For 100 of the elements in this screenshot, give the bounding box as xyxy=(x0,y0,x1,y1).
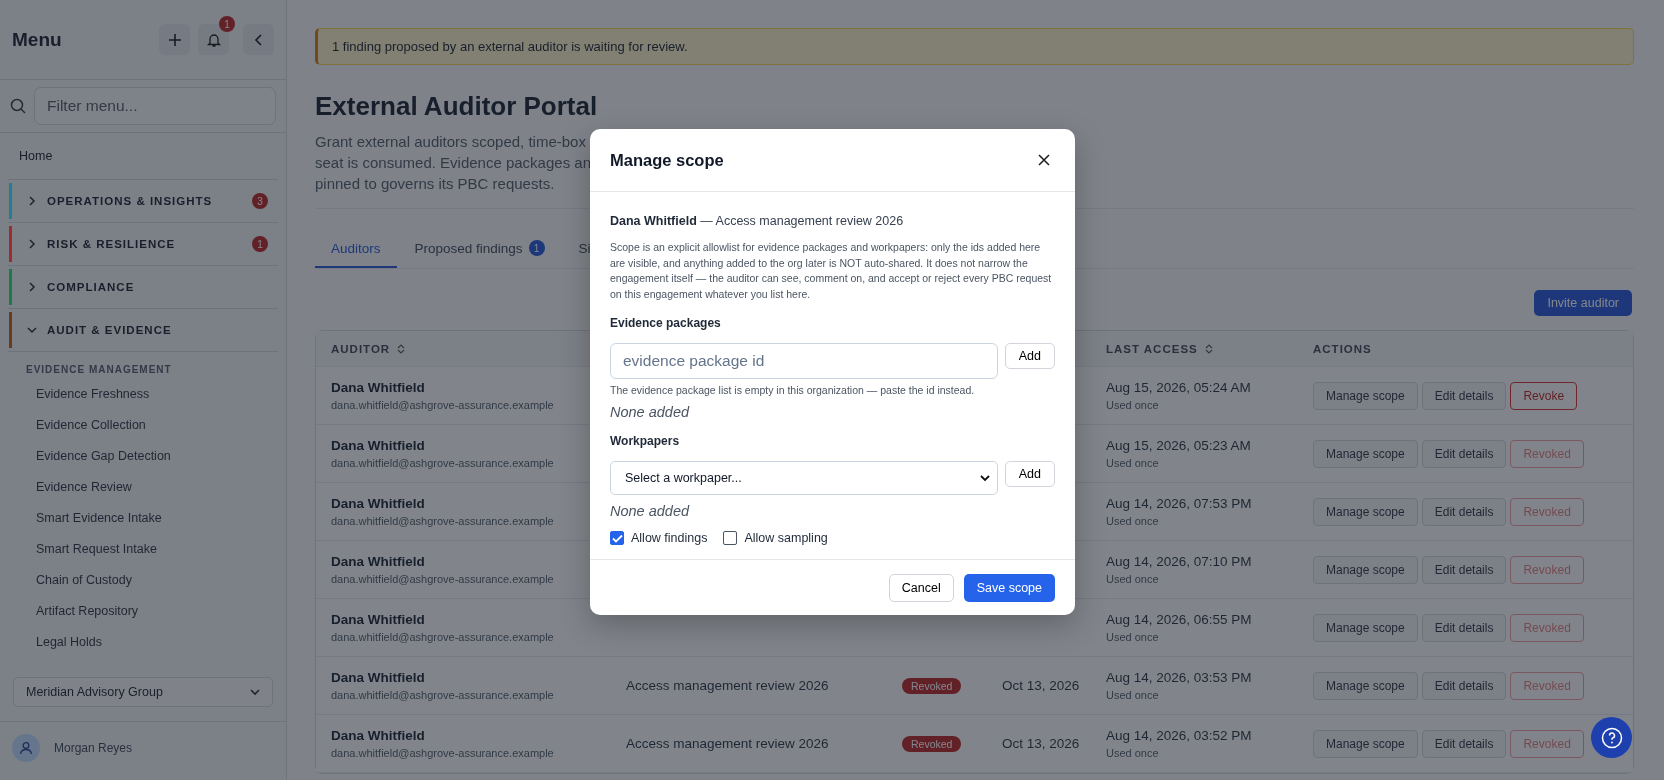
edit-details-button[interactable]: Edit details xyxy=(1421,381,1507,410)
chevron-down-icon xyxy=(979,474,990,482)
close-icon[interactable] xyxy=(1038,154,1050,166)
edit-details-button[interactable]: Edit details xyxy=(1421,671,1507,700)
manage-scope-button[interactable]: Manage scope xyxy=(1313,381,1418,410)
sort-icon xyxy=(397,343,406,354)
auditor-email: dana.whitfield@ashgrove-assurance.example xyxy=(331,631,554,643)
field-hint: The evidence package list is empty in this organization — paste the id instead. xyxy=(610,384,976,396)
nav-item[interactable]: Evidence Review xyxy=(8,471,278,502)
avatar-icon[interactable] xyxy=(12,734,40,762)
edit-details-button[interactable]: Edit details xyxy=(1421,439,1507,468)
nav-item[interactable]: Evidence Collection xyxy=(8,409,278,440)
notification-badge: 1 xyxy=(219,16,235,32)
revoke-button[interactable]: Revoked xyxy=(1510,439,1584,468)
workpaper-select[interactable]: Select a workpaper... xyxy=(610,461,998,495)
tab[interactable]: Proposed findings 1 xyxy=(398,231,561,268)
cancel-button[interactable]: Cancel xyxy=(888,574,954,602)
nav-group[interactable]: AUDIT & EVIDENCE xyxy=(8,309,278,352)
edit-details-button[interactable]: Edit details xyxy=(1421,555,1507,584)
add-button[interactable]: Add xyxy=(1004,461,1055,487)
manage-scope-button[interactable]: Manage scope xyxy=(1313,439,1418,468)
nav-item[interactable]: Legal Holds xyxy=(8,626,278,657)
tab[interactable]: Auditors xyxy=(315,231,397,268)
checkbox-label: Allow findings xyxy=(631,531,708,545)
revoke-button[interactable]: Revoked xyxy=(1510,497,1584,526)
review-banner: 1 finding proposed by an external auditor is waiting for review. xyxy=(315,28,1634,65)
edit-details-button[interactable]: Edit details xyxy=(1421,613,1507,642)
nav-item[interactable]: Smart Request Intake xyxy=(8,533,278,564)
last-access-time: Aug 14, 2026, 07:53 PM xyxy=(1106,496,1252,511)
auditor-email: dana.whitfield@ashgrove-assurance.example xyxy=(331,573,554,585)
evidence-package-id-field[interactable]: evidence package id xyxy=(610,343,998,379)
nav-item[interactable]: Evidence Gap Detection xyxy=(8,440,278,471)
nav-item[interactable]: Smart Evidence Intake xyxy=(8,502,278,533)
revoke-button[interactable]: Revoke xyxy=(1510,381,1578,410)
expiry-date: Oct 13, 2026 xyxy=(1002,736,1080,751)
expiry-date: Oct 13, 2026 xyxy=(1002,678,1080,693)
chevron-icon xyxy=(27,282,37,292)
status-badge: Revoked xyxy=(902,735,962,752)
description-line: Grant external auditors scoped, time-box xyxy=(315,132,586,152)
auditor-name: Dana Whitfield xyxy=(331,670,425,685)
organization-select[interactable]: Meridian Advisory Group xyxy=(13,677,273,707)
count-badge: 3 xyxy=(252,193,268,209)
usage-note: Used once xyxy=(1106,689,1159,701)
revoke-button[interactable]: Revoked xyxy=(1510,729,1584,758)
dialog-title: Manage scope xyxy=(610,150,724,170)
column-header: ACTIONS xyxy=(1312,341,1373,357)
add-button[interactable]: Add xyxy=(1004,343,1055,369)
add-button[interactable] xyxy=(159,24,190,55)
home-link[interactable]: Home xyxy=(8,143,278,180)
empty-note: None added xyxy=(610,404,691,420)
usage-note: Used once xyxy=(1106,399,1159,411)
column-header[interactable]: AUDITOR xyxy=(316,331,611,366)
nav-group[interactable]: RISK & RESILIENCE 1 xyxy=(8,223,278,266)
chevron-icon xyxy=(27,196,37,206)
search-icon xyxy=(10,98,26,114)
manage-scope-button[interactable]: Manage scope xyxy=(1313,729,1418,758)
auditor-email: dana.whitfield@ashgrove-assurance.example xyxy=(331,747,554,759)
sort-icon xyxy=(1204,343,1213,354)
nav-item[interactable]: Chain of Custody xyxy=(8,564,278,595)
last-access-time: Aug 14, 2026, 03:52 PM xyxy=(1106,728,1252,743)
chevron-left-icon xyxy=(253,33,264,46)
chevron-down-icon xyxy=(250,688,260,696)
nav-item[interactable]: Artifact Repository xyxy=(8,595,278,626)
edit-details-button[interactable]: Edit details xyxy=(1421,497,1507,526)
filter-menu-field[interactable]: Filter menu... xyxy=(34,87,276,125)
manage-scope-button[interactable]: Manage scope xyxy=(1313,555,1418,584)
auditor-name: Dana Whitfield xyxy=(331,380,425,395)
field-label: Evidence packages xyxy=(610,316,722,330)
save-scope-button[interactable]: Save scope xyxy=(963,574,1055,602)
column-header[interactable]: LAST ACCESS xyxy=(1091,331,1298,366)
auditor-email: dana.whitfield@ashgrove-assurance.example xyxy=(331,457,554,469)
description-line: seat is consumed. Evidence packages an xyxy=(315,153,591,173)
engagement-name: Access management review 2026 xyxy=(626,736,829,751)
revoke-button[interactable]: Revoked xyxy=(1510,555,1584,584)
checkbox[interactable] xyxy=(610,531,624,545)
last-access-time: Aug 14, 2026, 06:55 PM xyxy=(1106,612,1252,627)
manage-scope-button[interactable]: Manage scope xyxy=(1313,671,1418,700)
page-title: External Auditor Portal xyxy=(315,91,599,122)
engagement-name: Access management review 2026 xyxy=(626,678,829,693)
field-label: Workpapers xyxy=(610,434,681,448)
checkbox[interactable] xyxy=(723,531,738,545)
invite-auditor-button[interactable]: Invite auditor xyxy=(1534,290,1632,316)
usage-note: Used once xyxy=(1106,457,1159,469)
collapse-button[interactable] xyxy=(243,24,274,55)
chevron-icon xyxy=(27,239,37,249)
auditor-name: Dana Whitfield xyxy=(331,438,425,453)
nav-group[interactable]: COMPLIANCE xyxy=(8,266,278,309)
revoke-button[interactable]: Revoked xyxy=(1510,671,1584,700)
auditor-name: Dana Whitfield xyxy=(331,496,425,511)
user-name: Morgan Reyes xyxy=(54,741,133,755)
nav-item[interactable]: Evidence Freshness xyxy=(8,378,278,409)
description-line: pinned to governs its PBC requests. xyxy=(315,174,555,194)
nav-group[interactable]: OPERATIONS & INSIGHTS 3 xyxy=(8,180,278,223)
manage-scope-button[interactable]: Manage scope xyxy=(1313,497,1418,526)
section-heading: EVIDENCE MANAGEMENT xyxy=(25,363,173,377)
edit-details-button[interactable]: Edit details xyxy=(1421,729,1507,758)
scope-explanation: Scope is an explicit allowlist for evidence packages and workpapers: only the ids added here are visible, and anything added to the org later is NOT auto-shared. It does not narrow the engagement itself — the auditor can see, comment on, and accept or reject every PBC request on this engagement whatever you list here. xyxy=(610,240,1053,302)
manage-scope-button[interactable]: Manage scope xyxy=(1313,613,1418,642)
auditor-email: dana.whitfield@ashgrove-assurance.example xyxy=(331,399,554,411)
revoke-button[interactable]: Revoked xyxy=(1510,613,1584,642)
